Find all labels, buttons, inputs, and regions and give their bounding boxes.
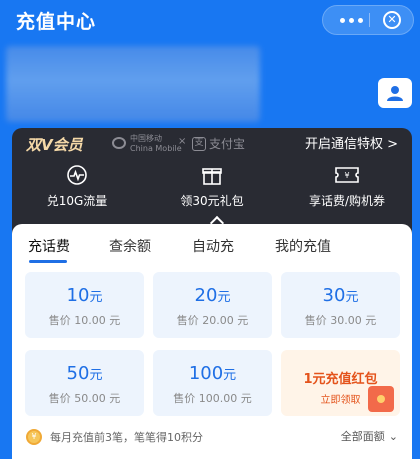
- amount-value: 20: [194, 285, 218, 306]
- all-amounts-dropdown[interactable]: 全部面额 ⌄: [341, 428, 398, 444]
- amount-unit: 元: [217, 290, 231, 305]
- recharge-option-20[interactable]: 20元 售价 20.00 元: [153, 272, 272, 338]
- points-notice: ¥ 每月充值前3笔，笔笔得10积分: [26, 428, 203, 446]
- more-dots-icon[interactable]: [333, 6, 369, 34]
- amount-price: 售价 20.00 元: [176, 314, 249, 327]
- amount-price: 售价 10.00 元: [48, 314, 121, 327]
- china-mobile-icon: [112, 137, 126, 149]
- recharge-panel: 充话费 查余额 自动充 我的充值 10元 售价 10.00 元 20元 售价 2…: [12, 224, 412, 459]
- red-packet-promo[interactable]: 1元充值红包 立即领取: [281, 350, 400, 416]
- feature-gift[interactable]: 领30元礼包: [147, 164, 277, 209]
- svg-text:¥: ¥: [344, 171, 349, 180]
- vip-banner[interactable]: 双V会员 中国移动 China Mobile × 支 支付宝 开启通信特权 > …: [12, 128, 412, 238]
- partner-separator: ×: [178, 136, 187, 147]
- points-notice-text: 每月充值前3笔，笔笔得10积分: [50, 431, 203, 444]
- signal-wave-icon: [12, 164, 142, 186]
- points-coin-icon: ¥: [26, 429, 42, 445]
- alipay-name: 支付宝: [209, 137, 246, 151]
- gift-icon: [147, 164, 277, 186]
- alipay-logo: 支 支付宝: [192, 135, 245, 152]
- top-bar: 充值中心 ✕: [0, 0, 420, 44]
- recharge-option-50[interactable]: 50元 售价 50.00 元: [25, 350, 144, 416]
- ticket-icon: ¥: [282, 164, 412, 186]
- tab-balance[interactable]: 查余额: [109, 236, 151, 256]
- tab-recharge[interactable]: 充话费: [28, 236, 70, 256]
- amount-unit: 元: [223, 368, 237, 383]
- user-icon: [387, 86, 403, 101]
- tab-my-recharge[interactable]: 我的充值: [275, 236, 331, 256]
- feature-traffic-label: 兑10G流量: [46, 194, 108, 208]
- feature-coupon[interactable]: ¥ 享话费/购机券: [282, 164, 412, 209]
- open-privilege-link[interactable]: 开启通信特权 >: [305, 133, 398, 152]
- china-mobile-name-en: China Mobile: [130, 144, 182, 153]
- amount-value: 50: [66, 363, 90, 384]
- amount-unit: 元: [89, 290, 103, 305]
- amount-unit: 元: [345, 290, 359, 305]
- promo-title: 1元充值红包: [303, 372, 378, 387]
- tab-bar: 充话费 查余额 自动充 我的充值: [12, 236, 412, 262]
- china-mobile-logo: 中国移动 China Mobile: [112, 134, 182, 153]
- feature-coupon-label: 享话费/购机券: [308, 194, 386, 208]
- feature-traffic[interactable]: 兑10G流量: [12, 164, 142, 209]
- recharge-option-100[interactable]: 100元 售价 100.00 元: [153, 350, 272, 416]
- vip-logo: 双V会员: [26, 136, 83, 154]
- amount-value: 30: [322, 285, 346, 306]
- all-amounts-label: 全部面额: [340, 430, 385, 443]
- close-circle-icon[interactable]: ✕: [383, 11, 401, 29]
- feature-gift-label: 领30元礼包: [180, 194, 244, 208]
- amount-price: 售价 50.00 元: [48, 392, 121, 405]
- chevron-down-icon: ⌄: [388, 429, 398, 443]
- amount-price: 售价 100.00 元: [173, 392, 252, 405]
- recharge-option-30[interactable]: 30元 售价 30.00 元: [281, 272, 400, 338]
- capsule-divider: [369, 13, 370, 27]
- amount-value: 10: [66, 285, 90, 306]
- amount-unit: 元: [89, 368, 103, 383]
- page-title: 充值中心: [16, 11, 97, 33]
- red-envelope-icon: [368, 386, 394, 412]
- tab-auto-recharge[interactable]: 自动充: [192, 236, 234, 256]
- user-button[interactable]: [378, 78, 412, 108]
- active-tab-indicator: [29, 260, 67, 263]
- alipay-icon: 支: [192, 136, 206, 151]
- recharge-option-10[interactable]: 10元 售价 10.00 元: [25, 272, 144, 338]
- amount-price: 售价 30.00 元: [304, 314, 377, 327]
- amount-value: 100: [188, 363, 224, 384]
- blurred-account-area: [6, 46, 260, 122]
- mini-program-capsule: ✕: [322, 5, 414, 35]
- china-mobile-name: 中国移动: [130, 134, 162, 143]
